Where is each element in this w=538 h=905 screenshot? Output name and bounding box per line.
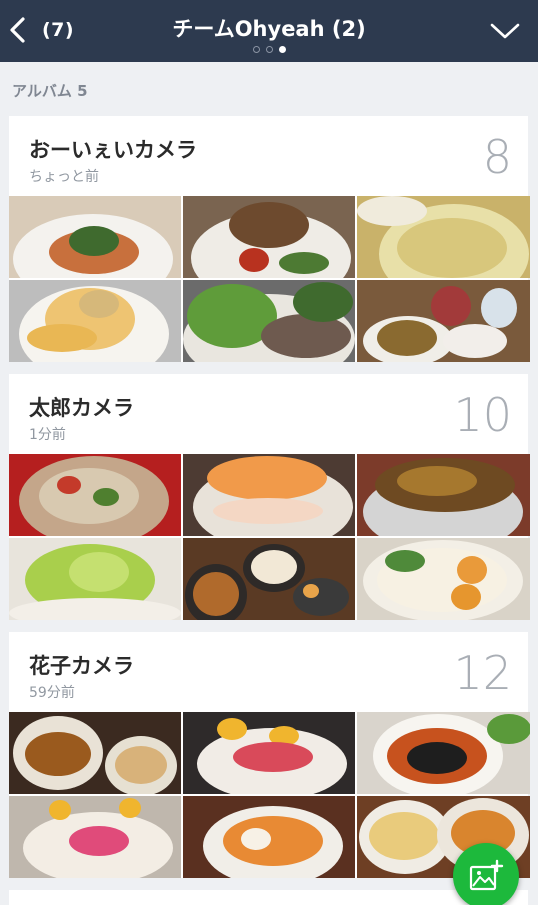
photo-thumbnail[interactable] — [357, 196, 530, 278]
photo-thumbnail[interactable] — [183, 454, 355, 536]
photo-thumbnail[interactable] — [183, 196, 355, 278]
photo-thumbnail[interactable] — [9, 196, 181, 278]
page-dot-active — [278, 46, 286, 53]
chevron-down-icon[interactable] — [490, 22, 520, 40]
add-photo-button[interactable] — [453, 843, 519, 905]
album-photo-count: 10 — [453, 388, 512, 442]
album-time: 1分前 — [29, 427, 66, 443]
album-name: 花子カメラ — [29, 654, 134, 678]
album-card-partial — [9, 890, 528, 905]
page-indicator — [0, 46, 538, 53]
album-header[interactable]: 花子カメラ 59分前 12 — [9, 632, 528, 712]
photo-thumbnail[interactable] — [183, 538, 355, 620]
album-header[interactable]: 太郎カメラ 1分前 10 — [9, 374, 528, 454]
photo-thumbnail[interactable] — [9, 796, 181, 878]
section-label: アルバム 5 — [12, 82, 88, 100]
album-card[interactable]: 太郎カメラ 1分前 10 — [9, 374, 530, 620]
header-bar: (7) チームOhyeah (2) — [0, 0, 538, 62]
add-photo-icon — [469, 859, 504, 891]
photo-grid — [9, 196, 530, 362]
photo-thumbnail[interactable] — [183, 280, 355, 362]
album-time: ちょっと前 — [29, 169, 99, 185]
album-card[interactable]: 花子カメラ 59分前 12 — [9, 632, 530, 878]
album-time: 59分前 — [29, 685, 75, 701]
photo-thumbnail[interactable] — [9, 454, 181, 536]
album-photo-count: 12 — [453, 646, 512, 700]
photo-thumbnail[interactable] — [183, 796, 355, 878]
photo-thumbnail[interactable] — [357, 538, 530, 620]
photo-thumbnail[interactable] — [9, 712, 181, 794]
photo-thumbnail[interactable] — [357, 712, 530, 794]
photo-grid — [9, 454, 530, 620]
chat-title: チームOhyeah (2) — [172, 17, 366, 41]
photo-thumbnail[interactable] — [357, 280, 530, 362]
album-photo-count: 8 — [482, 130, 512, 184]
album-name: おーいぇいカメラ — [29, 138, 197, 162]
photo-thumbnail[interactable] — [9, 538, 181, 620]
page-dot — [252, 46, 260, 53]
photo-thumbnail[interactable] — [183, 712, 355, 794]
page-dot — [265, 46, 273, 53]
album-card[interactable]: おーいぇいカメラ ちょっと前 8 — [9, 116, 530, 362]
album-header[interactable]: おーいぇいカメラ ちょっと前 8 — [9, 116, 528, 196]
album-name: 太郎カメラ — [29, 396, 134, 420]
photo-grid — [9, 712, 530, 878]
photo-thumbnail[interactable] — [9, 280, 181, 362]
photo-thumbnail[interactable] — [357, 454, 530, 536]
